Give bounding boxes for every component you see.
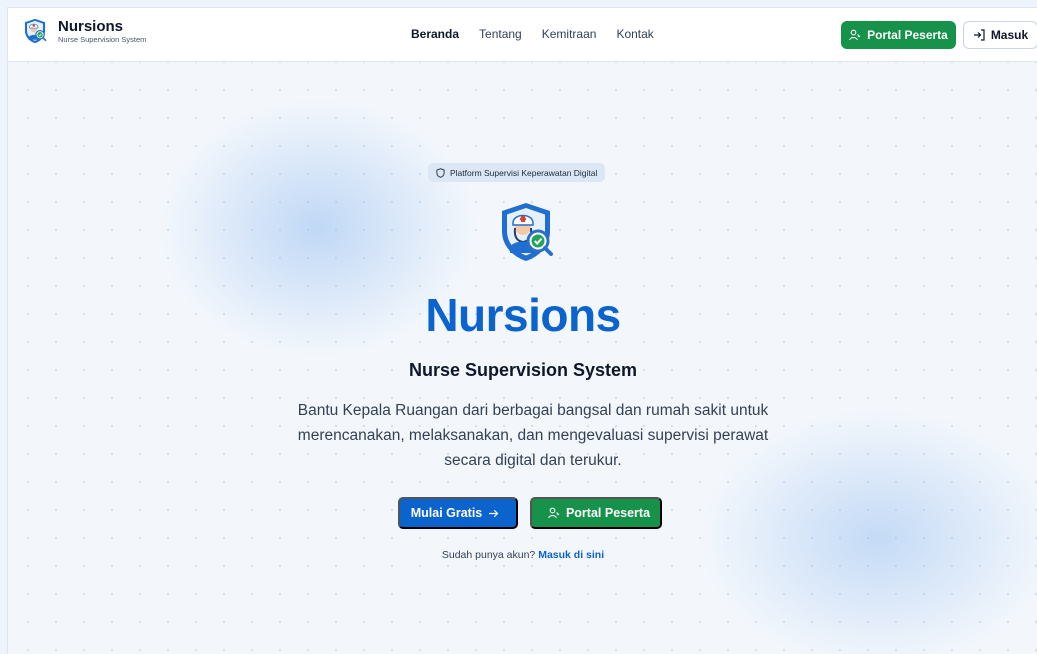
masuk-button[interactable]: Masuk: [963, 21, 1037, 49]
platform-badge-text: Platform Supervisi Keperawatan Digital: [450, 167, 598, 178]
portal-peserta-button[interactable]: Portal Peserta: [841, 21, 956, 49]
masuk-di-sini-link[interactable]: Masuk di sini: [538, 549, 604, 561]
brand[interactable]: Nursions Nurse Supervision System: [22, 18, 146, 44]
nurse-shield-check-icon: [502, 203, 553, 261]
user-key-icon: [548, 507, 560, 519]
mulai-gratis-label: Mulai Gratis: [410, 506, 483, 520]
nav-kontak[interactable]: Kontak: [616, 27, 653, 41]
app-frame: Nursions Nurse Supervision System Berand…: [7, 7, 1037, 654]
main-nav: Beranda Tentang Kemitraan Kontak: [411, 27, 654, 41]
arrow-right-icon: [489, 509, 499, 517]
nav-tentang[interactable]: Tentang: [479, 27, 522, 41]
hero-title: Nursions: [425, 289, 621, 341]
user-key-icon: [849, 29, 861, 41]
nav-beranda[interactable]: Beranda: [411, 27, 459, 41]
shield-outline-icon: [436, 167, 445, 178]
login-prompt: Sudah punya akun? Masuk di sini: [8, 549, 1037, 561]
portal-peserta-label: Portal Peserta: [867, 28, 948, 42]
masuk-label: Masuk: [990, 28, 1029, 42]
nurse-shield-check-icon: [24, 18, 47, 44]
mulai-gratis-button[interactable]: Mulai Gratis: [398, 497, 518, 529]
login-prompt-text: Sudah punya akun?: [441, 549, 536, 561]
hero-portal-peserta-label: Portal Peserta: [565, 506, 651, 520]
platform-badge: Platform Supervisi Keperawatan Digital: [428, 163, 606, 182]
brand-subtitle: Nurse Supervision System: [58, 34, 147, 44]
hero-description: Bantu Kepala Ruangan dari berbagai bangs…: [297, 402, 769, 469]
login-arrow-icon: [973, 29, 985, 41]
hero-portal-peserta-button[interactable]: Portal Peserta: [530, 497, 662, 529]
nav-kemitraan[interactable]: Kemitraan: [542, 27, 597, 41]
hero-subtitle: Nurse Supervision System: [408, 360, 638, 380]
top-navbar: Nursions Nurse Supervision System Berand…: [8, 8, 1037, 62]
brand-name: Nursions: [58, 17, 124, 35]
